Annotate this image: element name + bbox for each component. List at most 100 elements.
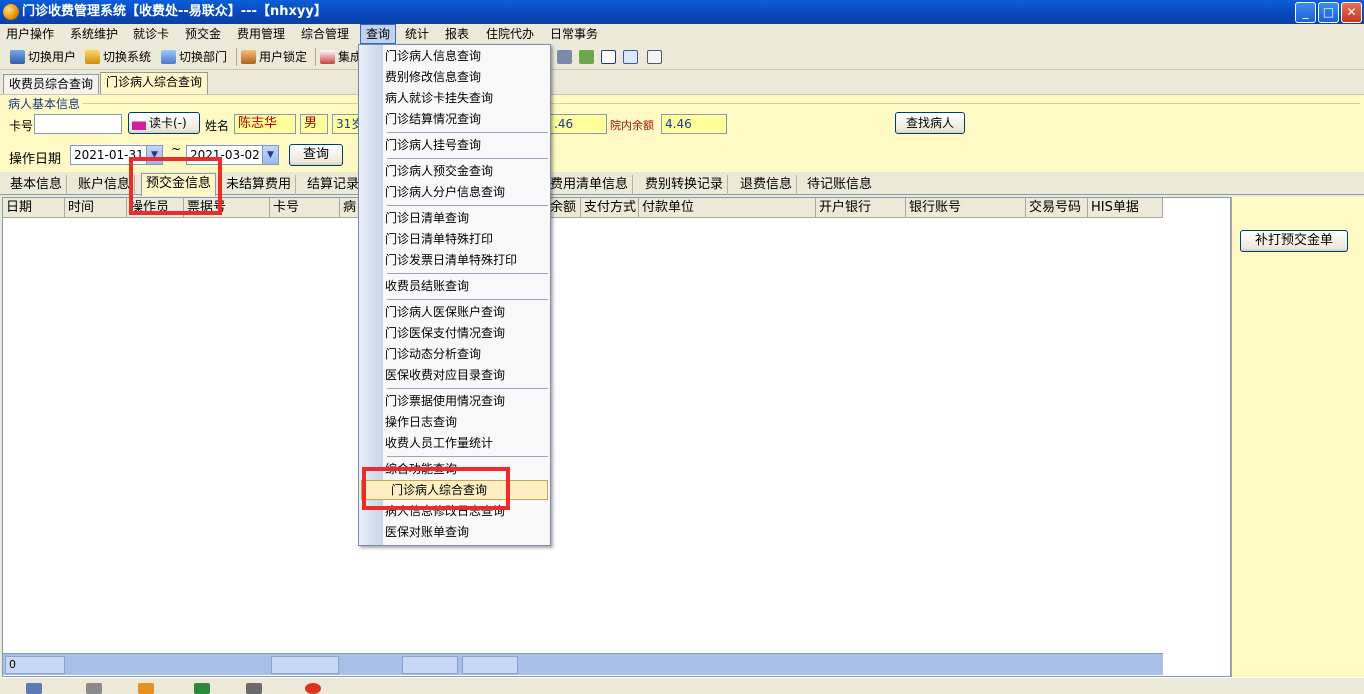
menu-stats[interactable]: 统计 [400,24,434,44]
query-button[interactable]: 查询 [289,144,343,166]
col-account[interactable]: 银行账号 [906,198,1026,218]
gender-field: 男 [300,114,328,134]
filter-icon[interactable] [86,683,102,694]
collect-button[interactable]: 集成 [318,47,362,67]
annotation-highlight-prepay [129,157,222,215]
tab-refund-info[interactable]: 退费信息 [736,175,798,195]
menu-registration-query[interactable]: 门诊病人挂号查询 [385,135,481,155]
print-icon[interactable] [246,683,262,694]
menu-workload-stats[interactable]: 收费人员工作量统计 [385,433,493,453]
col-date[interactable]: 日期 [3,198,65,218]
read-card-button[interactable]: 读卡(-) [128,112,200,134]
hosp-balance-label: 院内余额 [610,119,654,132]
tab-fee-list[interactable]: 费用清单信息 [546,175,634,195]
name-label: 姓名 [205,119,230,133]
col-payment-method[interactable]: 支付方式 [581,198,639,218]
menu-fee-type-change-query[interactable]: 费别修改信息查询 [385,67,481,87]
tab-settlement-records[interactable]: 结算记录 [303,175,365,195]
menu-general[interactable]: 综合管理 [296,24,354,44]
menu-prepay[interactable]: 预交金 [180,24,226,44]
hosp-balance-field: 4.46 [661,114,727,134]
checkbox-icon[interactable] [600,47,618,67]
menu-system[interactable]: 系统维护 [65,24,123,44]
menu-invoice-daily-print[interactable]: 门诊发票日清单特殊打印 [385,250,517,270]
user-icon [10,50,25,64]
menu-bar: 用户操作 系统维护 就诊卡 预交金 费用管理 综合管理 查询 统计 报表 住院代… [0,24,1364,44]
bottom-toolbar [0,677,1364,694]
chevron-down-icon[interactable]: ▼ [262,146,278,164]
menu-receipt-usage-query[interactable]: 门诊票据使用情况查询 [385,391,505,411]
menu-insurance-payment-query[interactable]: 门诊医保支付情况查询 [385,323,505,343]
col-his-doc[interactable]: HIS单据 [1088,198,1163,218]
menu-cashier-settle-query[interactable]: 收费员结账查询 [385,276,469,296]
date-separator: ~ [171,142,182,156]
find-patient-button[interactable]: 查找病人 [895,112,965,134]
annotation-highlight-menu [362,467,510,510]
arrow-icon[interactable] [138,683,154,694]
system-icon [85,50,100,64]
patient-name-field: 陈志华 [234,114,296,134]
menu-insurance-catalog-query[interactable]: 医保收费对应目录查询 [385,365,505,385]
prepay-grid[interactable]: 日期 时间 操作员 票据号 卡号 病 余额 支付方式 付款单位 开户银行 银行账… [2,197,1231,677]
lock-icon [241,50,256,64]
menu-outpatient-info-query[interactable]: 门诊病人信息查询 [385,46,481,66]
col-time[interactable]: 时间 [65,198,127,218]
switch-system-button[interactable]: 切换系统 [83,47,151,67]
tab-unsettled-fees[interactable]: 未结算费用 [222,175,297,195]
col-card-no[interactable]: 卡号 [270,198,340,218]
grid-footer: 0 [3,653,1163,675]
excel-icon[interactable] [194,683,210,694]
col-payer[interactable]: 付款单位 [639,198,816,218]
tab-account-info[interactable]: 账户信息 [74,175,136,195]
user-lock-button[interactable]: 用户锁定 [239,47,307,67]
menu-dynamic-analysis-query[interactable]: 门诊动态分析查询 [385,344,481,364]
switch-dept-button[interactable]: 切换部门 [159,47,227,67]
menu-prepay-query[interactable]: 门诊病人预交金查询 [385,161,493,181]
footer-cell [462,656,518,674]
menu-daily-list-print[interactable]: 门诊日清单特殊打印 [385,229,493,249]
minimize-button[interactable]: _ [1295,2,1316,23]
tab-basic-info[interactable]: 基本信息 [6,175,68,195]
edit-icon[interactable] [556,47,574,67]
menu-household-query[interactable]: 门诊病人分户信息查询 [385,182,505,202]
balance-field: .46 [550,114,607,134]
menu-card-loss-query[interactable]: 病人就诊卡挂失查询 [385,88,493,108]
menu-fees[interactable]: 费用管理 [232,24,290,44]
list-icon[interactable] [26,683,42,694]
maximize-button[interactable]: □ [1318,2,1339,23]
menu-reports[interactable]: 报表 [440,24,474,44]
tab-cashier-query[interactable]: 收费员综合查询 [3,74,100,94]
window-icon[interactable] [646,47,664,67]
power-icon[interactable] [305,683,321,694]
menu-insurance-reconcile-query[interactable]: 医保对账单查询 [385,522,469,542]
switch-user-button[interactable]: 切换用户 [8,47,76,67]
menu-operation-log-query[interactable]: 操作日志查询 [385,412,457,432]
document-tabs: 收费员综合查询 门诊病人综合查询 [0,72,1364,94]
tab-fee-type-change[interactable]: 费别转换记录 [641,175,729,195]
menu-settlement-query[interactable]: 门诊结算情况查询 [385,109,481,129]
menu-daily[interactable]: 日常事务 [545,24,603,44]
menu-insurance-account-query[interactable]: 门诊病人医保账户查询 [385,302,505,322]
close-button[interactable]: ✕ [1341,2,1362,23]
col-bank[interactable]: 开户银行 [816,198,906,218]
menu-user-ops[interactable]: 用户操作 [1,24,59,44]
group-title: 病人基本信息 [6,95,83,112]
col-balance[interactable]: 余额 [547,198,581,218]
dept-icon [161,50,176,64]
tab-pending-info[interactable]: 待记账信息 [803,175,876,195]
reprint-prepay-button[interactable]: 补打预交金单 [1240,230,1348,252]
col-transaction-no[interactable]: 交易号码 [1026,198,1088,218]
age-field: 31岁 [332,114,360,134]
menu-query[interactable]: 查询 [360,24,397,44]
money-icon[interactable] [578,47,596,67]
footer-cell [402,656,458,674]
right-panel: 补打预交金单 [1231,197,1364,677]
tab-patient-query[interactable]: 门诊病人综合查询 [100,72,209,94]
menu-daily-list-query[interactable]: 门诊日清单查询 [385,208,469,228]
columns-icon[interactable] [622,47,640,67]
window-title-bar: 门诊收费管理系统【收费处--易联众】---【nhxyy】 [0,0,1364,24]
menu-inpatient[interactable]: 住院代办 [481,24,539,44]
card-number-input[interactable] [34,114,122,134]
app-icon [3,4,19,20]
menu-card[interactable]: 就诊卡 [128,24,174,44]
